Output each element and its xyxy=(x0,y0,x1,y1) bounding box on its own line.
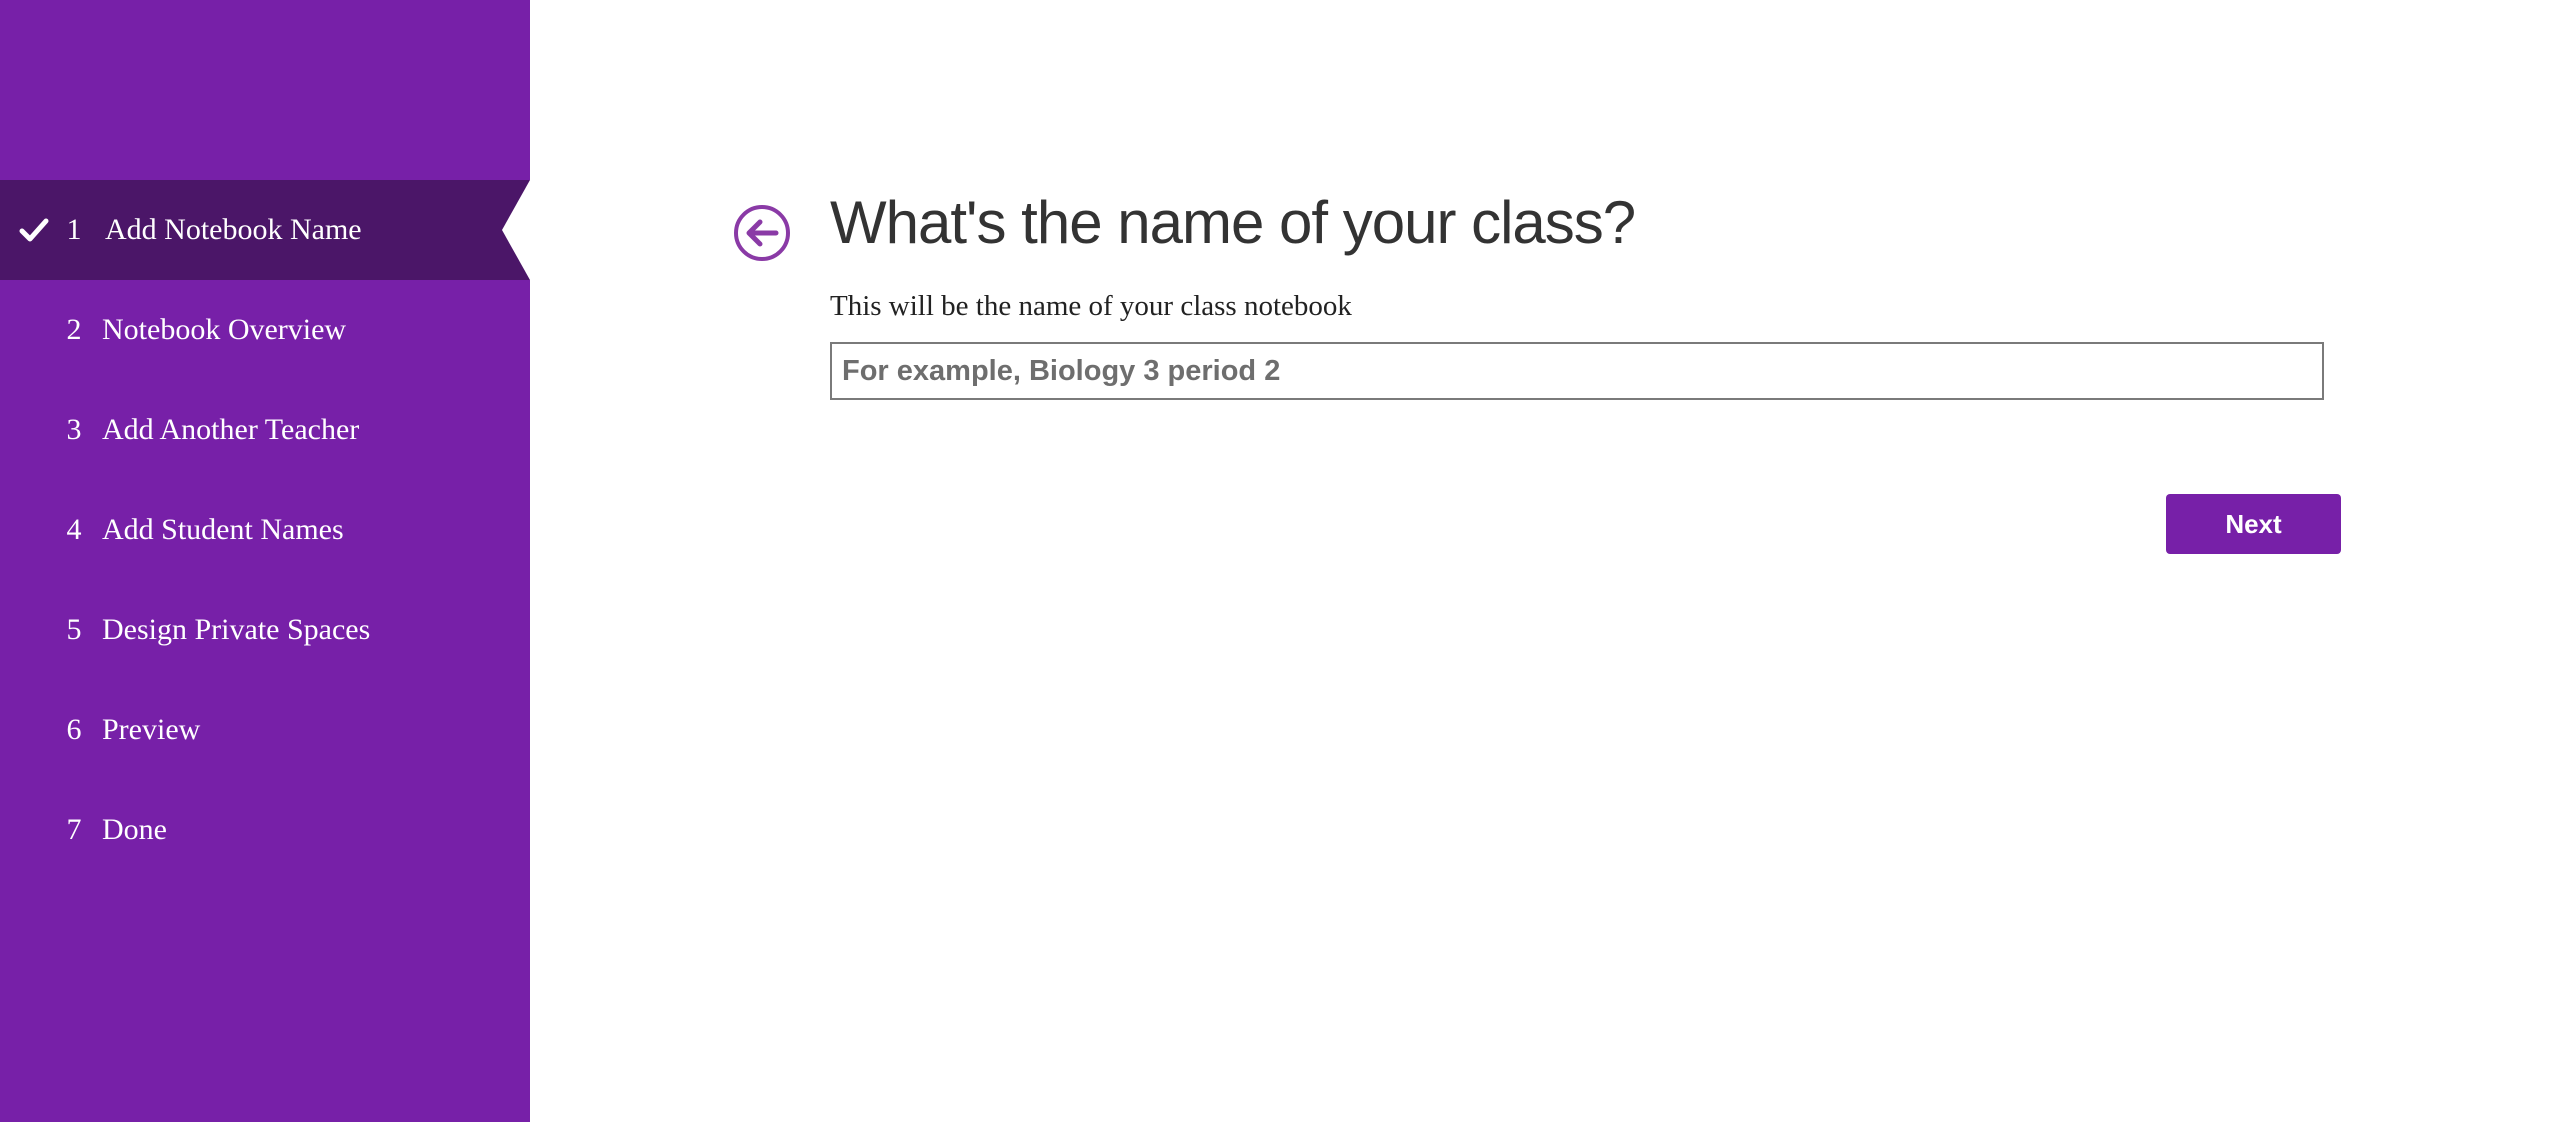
back-arrow-icon[interactable] xyxy=(732,203,792,263)
step-number: 4 xyxy=(66,513,82,546)
page-title: What's the name of your class? xyxy=(830,189,1636,256)
step-number: 2 xyxy=(66,313,82,346)
main-content: What's the name of your class? This will… xyxy=(530,0,2558,1122)
step-number: 6 xyxy=(66,713,82,746)
step-label: Design Private Spaces xyxy=(102,613,371,646)
page-subtitle: This will be the name of your class note… xyxy=(830,290,1352,322)
step-number: 7 xyxy=(66,813,82,846)
step-number: 1 xyxy=(66,213,82,246)
step-label: Add Another Teacher xyxy=(102,413,360,446)
step-number: 5 xyxy=(66,613,82,646)
step-notebook-overview[interactable]: 2 Notebook Overview xyxy=(0,280,530,380)
step-number: 3 xyxy=(66,413,82,446)
step-label: Add Notebook Name xyxy=(105,213,362,246)
wizard-sidebar: 1 Add Notebook Name 2 Notebook Overview … xyxy=(0,0,530,1122)
step-design-private-spaces[interactable]: 5 Design Private Spaces xyxy=(0,580,530,680)
class-name-input[interactable] xyxy=(830,342,2324,400)
step-label: Notebook Overview xyxy=(102,313,347,346)
next-button[interactable]: Next xyxy=(2166,494,2341,554)
step-label: Add Student Names xyxy=(102,513,344,546)
step-add-another-teacher[interactable]: 3 Add Another Teacher xyxy=(0,380,530,480)
step-add-notebook-name[interactable]: 1 Add Notebook Name xyxy=(0,180,530,280)
step-add-student-names[interactable]: 4 Add Student Names xyxy=(0,480,530,580)
checkmark-icon xyxy=(19,218,49,242)
class-notebook-wizard: 1 Add Notebook Name 2 Notebook Overview … xyxy=(0,0,2558,1122)
step-preview[interactable]: 6 Preview xyxy=(0,680,530,780)
step-label: Preview xyxy=(102,713,201,746)
step-label: Done xyxy=(102,813,167,846)
step-done[interactable]: 7 Done xyxy=(0,780,530,880)
step-list: 1 Add Notebook Name 2 Notebook Overview … xyxy=(0,180,530,880)
